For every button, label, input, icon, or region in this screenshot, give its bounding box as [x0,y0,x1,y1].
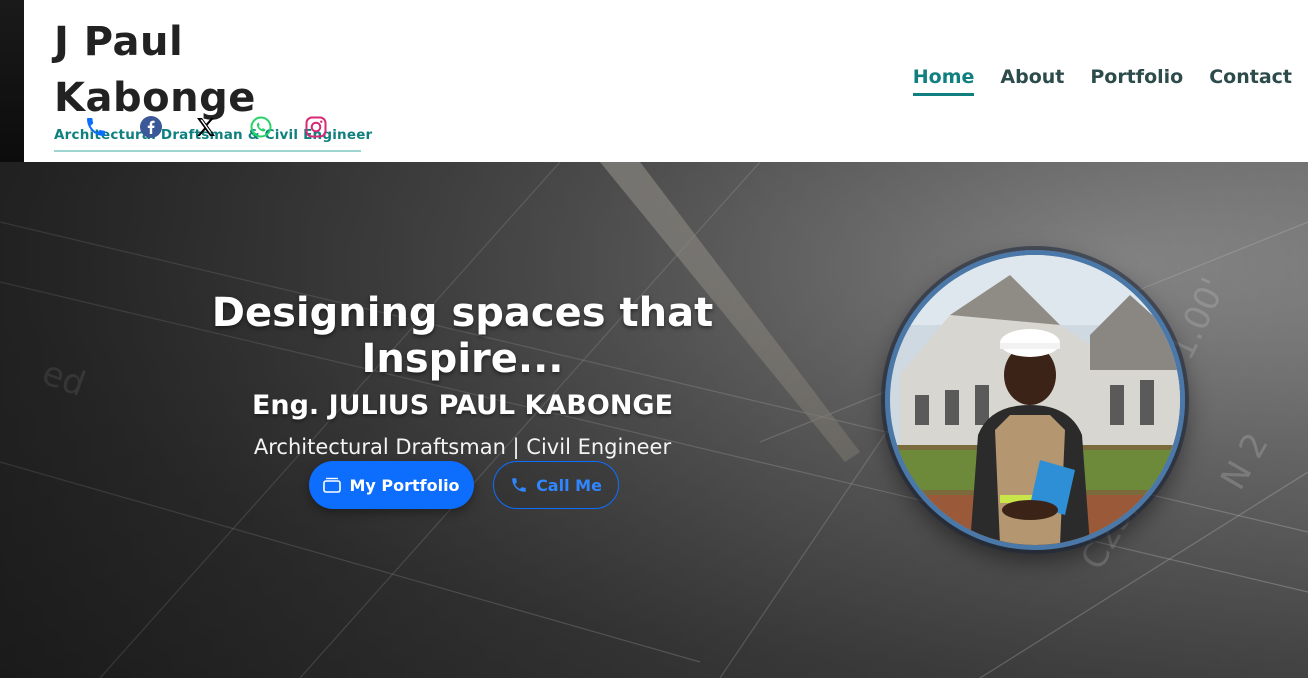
hero-text: Designing spaces that Inspire... Eng. JU… [120,290,805,459]
call-button-label: Call Me [536,475,602,495]
nav-contact[interactable]: Contact [1209,66,1292,96]
portrait-illustration [890,255,1180,545]
nav-home[interactable]: Home [912,66,975,96]
hero-headline: Designing spaces that Inspire... [211,290,714,382]
call-button[interactable]: Call Me [493,461,619,509]
nav-portfolio[interactable]: Portfolio [1090,66,1183,96]
site-header: J Paul Kabonge Architectural Draftsman &… [24,0,1308,162]
hero-buttons: My Portfolio Call Me [309,461,619,509]
hero-section: 1.00' C25/30 N 2 ed Designing spaces tha… [0,162,1308,678]
x-icon[interactable] [192,113,220,141]
whatsapp-icon[interactable] [247,113,275,141]
instagram-icon[interactable] [302,113,330,141]
hero-role: Architectural Draftsman | Civil Engineer [253,435,672,459]
portfolio-button[interactable]: My Portfolio [309,461,474,509]
main-nav: Home About Portfolio Contact [912,66,1292,96]
phone-icon [512,478,526,492]
portrait-photo [885,250,1185,550]
brand-title: J Paul Kabonge [54,19,256,121]
brand-divider [54,150,361,152]
nav-about[interactable]: About [1000,66,1064,96]
facebook-icon[interactable] [137,113,165,141]
phone-icon[interactable] [82,113,110,141]
portfolio-button-label: My Portfolio [349,475,460,495]
folder-icon [323,477,342,493]
left-edge-strip [0,0,24,162]
social-links [82,113,330,141]
hero-name: Eng. JULIUS PAUL KABONGE [251,390,674,421]
